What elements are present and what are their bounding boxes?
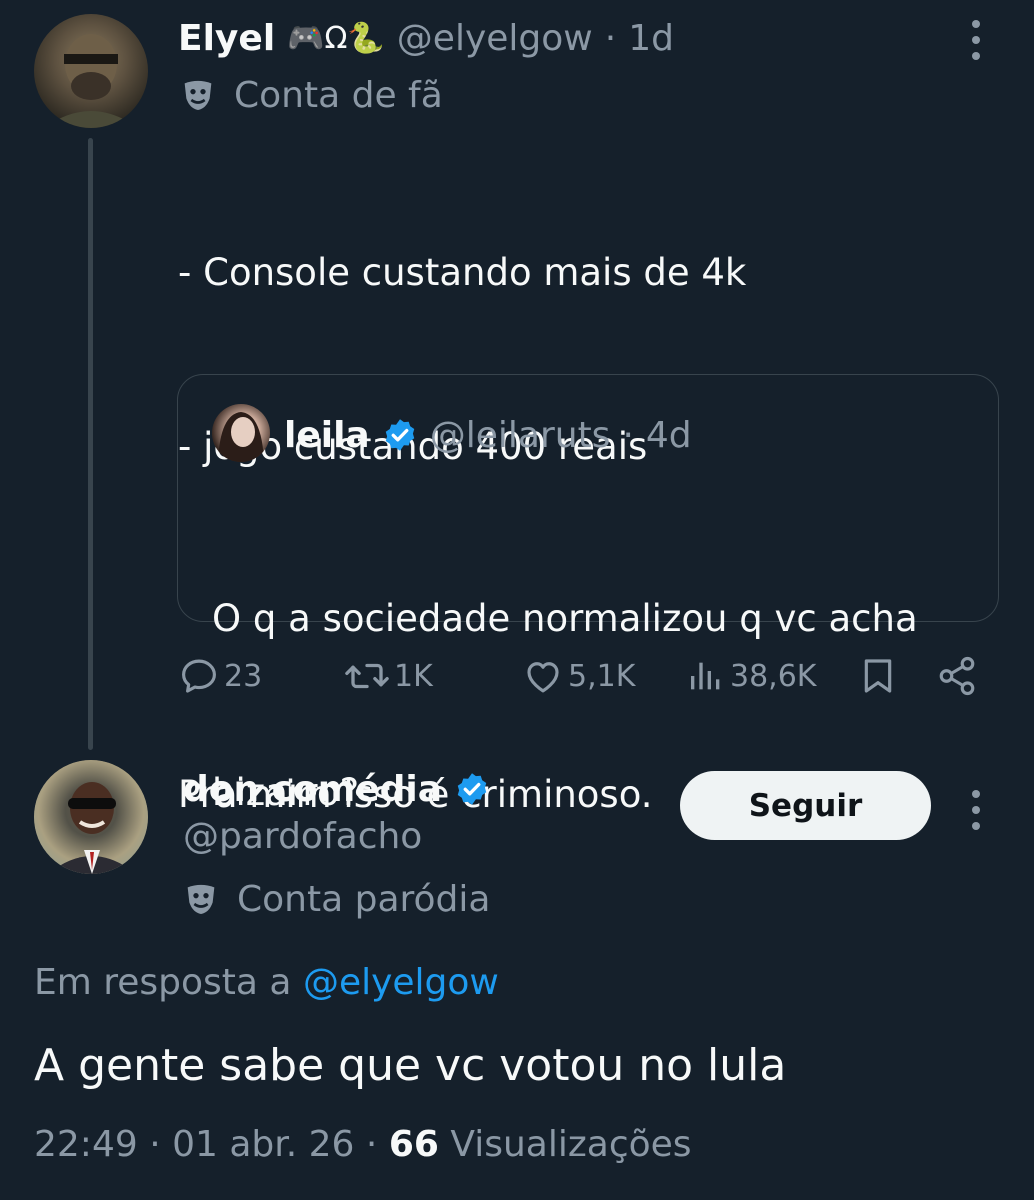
in-reply-handle-link[interactable]: @elyelgow (303, 962, 499, 1003)
retweet-arrows-icon (345, 663, 389, 689)
don-header: don comédia (183, 764, 490, 814)
tweet-thread: Elyel 🎮Ω🐍 @elyelgow · 1d Conta de fã - C… (0, 0, 1034, 1200)
don-name[interactable]: don comédia (183, 769, 442, 810)
share-action-button[interactable] (936, 652, 978, 700)
leila-avatar-image (218, 412, 264, 462)
reply-date[interactable]: 01 abr. 26 (172, 1124, 354, 1165)
reply-tweet-text: A gente sabe que vc votou no lula (34, 1040, 787, 1091)
leila-name: leila (284, 414, 370, 456)
don-handle[interactable]: @pardofacho (183, 816, 422, 864)
views-bars-icon (691, 662, 720, 690)
follow-button[interactable]: Seguir (680, 771, 931, 840)
heart-icon (527, 662, 559, 693)
parody-mask-icon (187, 884, 215, 914)
retweet-action-button[interactable]: 1K (344, 652, 433, 700)
bookmark-icon (864, 659, 892, 693)
thread-connector-line (88, 138, 93, 750)
leila-time: 4d (645, 414, 692, 456)
elyel-dot-separator: · (604, 17, 617, 59)
leila-avatar (212, 404, 270, 462)
like-action-button[interactable]: 5,1K (522, 652, 635, 700)
verified-badge-icon (457, 773, 487, 805)
don-account-label: Conta paródia (181, 876, 490, 922)
reply-count: 23 (224, 658, 263, 694)
don-avatar-image (34, 760, 148, 874)
elyel-time[interactable]: 1d (628, 18, 674, 59)
in-reply-prefix: Em resposta a (34, 962, 292, 1003)
in-reply-to: Em resposta a @elyelgow (34, 962, 499, 1010)
reply-time[interactable]: 22:49 (34, 1124, 138, 1165)
elyel-more-icon[interactable] (966, 20, 986, 60)
fan-mask-icon (184, 80, 212, 110)
views-action-button[interactable]: 38,6K (686, 652, 816, 700)
bookmark-action-button[interactable] (858, 652, 898, 700)
quoted-tweet-text: O q a sociedade normalizou q vc acha biz… (212, 474, 918, 938)
don-account-label-text: Conta paródia (237, 878, 491, 920)
elyel-account-label-text: Conta de fã (234, 74, 443, 116)
don-avatar[interactable] (34, 760, 148, 874)
leila-header: leila @leilaruts · 4d (284, 410, 692, 460)
elyel-emojis: 🎮Ω🐍 (287, 20, 385, 56)
elyel-avatar-image (44, 34, 138, 128)
leila-handle: @leilaruts (429, 414, 611, 456)
reply-bubble-icon (182, 659, 216, 693)
like-count: 5,1K (568, 658, 636, 694)
elyel-header: Elyel 🎮Ω🐍 @elyelgow · 1d (178, 14, 674, 62)
reply-meta: 22:49 · 01 abr. 26 · 66 Visualizações (34, 1124, 692, 1172)
don-more-icon[interactable] (966, 790, 986, 830)
elyel-handle[interactable]: @elyelgow (397, 18, 593, 59)
reply-view-count: 66 (388, 1124, 439, 1165)
elyel-avatar[interactable] (34, 14, 148, 128)
reply-view-label: Visualizações (450, 1124, 692, 1165)
meta-separator: · (365, 1124, 378, 1165)
leila-dot-separator: · (622, 414, 634, 456)
elyel-name[interactable]: Elyel (178, 18, 275, 59)
elyel-text-line: - Console custando mais de 4k (178, 251, 747, 294)
share-icon (939, 656, 975, 696)
view-count: 38,6K (730, 658, 817, 694)
elyel-account-label: Conta de fã (178, 72, 443, 118)
meta-separator: · (149, 1124, 161, 1165)
quoted-text-line: O q a sociedade normalizou q vc acha (212, 597, 918, 640)
reply-action-button[interactable]: 23 (178, 652, 262, 700)
retweet-count: 1K (394, 658, 433, 694)
verified-badge-icon (385, 419, 414, 451)
